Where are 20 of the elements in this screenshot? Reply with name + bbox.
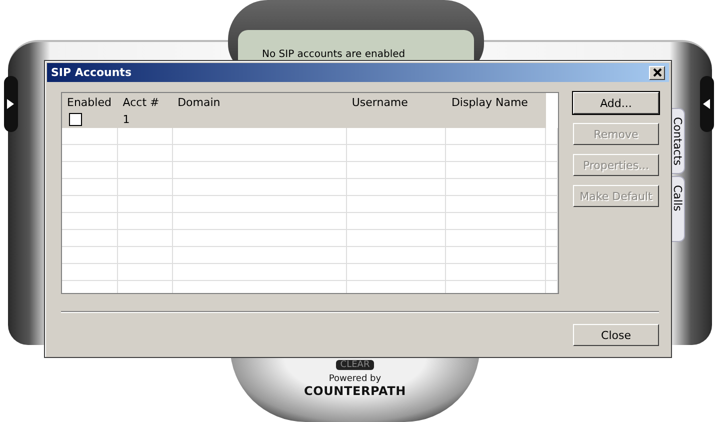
column-header[interactable]: Acct # [118,93,173,111]
table-cell: 1 [122,113,130,126]
expand-handle[interactable] [700,76,714,132]
clear-key[interactable]: CLEAR [336,360,374,370]
column-header[interactable]: Domain [172,93,347,111]
action-button[interactable]: Add... [573,92,659,114]
arrow-icon [703,99,711,109]
arrow-icon [7,99,15,109]
column-header[interactable]: Enabled [62,93,118,111]
close-button[interactable] [649,66,665,80]
close-button[interactable]: Close [573,324,659,346]
window-title: SIP Accounts [51,66,132,79]
checkbox[interactable] [69,113,82,126]
status-text: No SIP accounts are enabled [262,49,406,61]
powered-by-text: Powered by [328,374,382,384]
column-header[interactable]: Display Name [446,93,546,111]
expand-handle[interactable] [4,76,18,132]
brand-logo: COUNTERPATH [304,384,406,398]
column-header[interactable]: Username [346,93,446,111]
close-icon [652,68,662,77]
